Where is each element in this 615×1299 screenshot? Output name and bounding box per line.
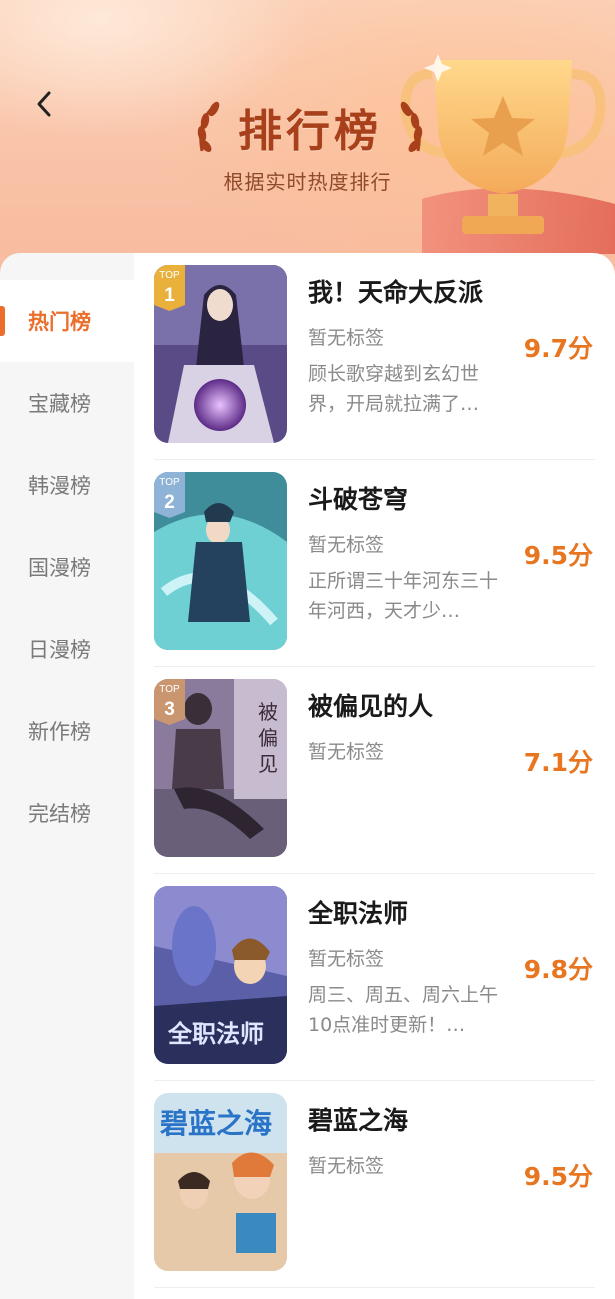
sidebar-item-label: 完结榜 — [28, 802, 91, 826]
list-item[interactable]: TOP 1 我！天命大反派 暂无标签 顾长歌穿越到玄幻世界，开局就拉满了… 9.… — [134, 253, 615, 460]
svg-text:3: 3 — [164, 699, 175, 720]
rank-badge: TOP 3 — [154, 679, 185, 725]
svg-text:偏: 偏 — [258, 726, 278, 750]
rank-badge: TOP 1 — [154, 265, 185, 311]
book-description: 顾长歌穿越到玄幻世界，开局就拉满了… — [308, 363, 480, 415]
sidebar-item-treasure[interactable]: 宝藏榜 — [0, 362, 134, 444]
sidebar-item-label: 热门榜 — [28, 310, 91, 334]
page-subtitle: 根据实时热度排行 — [223, 170, 392, 194]
book-cover: TOP 1 — [154, 265, 287, 443]
book-cover: 被 偏 见 TOP 3 — [154, 679, 287, 857]
list-item[interactable]: 碧蓝之海 碧蓝之海 暂无标签 9.5分 — [134, 1081, 615, 1288]
title-group: 排行榜 — [170, 92, 450, 162]
book-score: 7.1分 — [523, 748, 593, 777]
list-item[interactable]: 全职法师 全职法师 暂无标签 周三、周五、周六上午10点准时更新！… 9.8分 — [134, 874, 615, 1081]
svg-text:见: 见 — [258, 752, 278, 776]
book-score: 9.5分 — [523, 1162, 593, 1191]
page-title: 排行榜 — [238, 106, 382, 157]
sidebar-item-japanese[interactable]: 日漫榜 — [0, 608, 134, 690]
list-item[interactable]: 被 偏 见 TOP 3 被偏见的人 暂无标签 7.1分 — [134, 667, 615, 874]
book-tag: 暂无标签 — [308, 948, 385, 970]
list-item[interactable]: TOP 2 斗破苍穹 暂无标签 正所谓三十年河东三十年河西，天才少… 9.5分 — [134, 460, 615, 667]
book-title: 斗破苍穹 — [308, 485, 409, 514]
book-tag: 暂无标签 — [308, 741, 385, 763]
svg-text:全职法师: 全职法师 — [167, 1020, 264, 1048]
book-description: 正所谓三十年河东三十年河西，天才少… — [308, 570, 499, 622]
rank-badge: TOP 2 — [154, 472, 185, 518]
book-cover: 全职法师 — [154, 886, 287, 1064]
book-score: 9.8分 — [523, 955, 593, 984]
sidebar-item-label: 宝藏榜 — [28, 392, 91, 416]
book-title: 碧蓝之海 — [308, 1106, 409, 1135]
book-description: 周三、周五、周六上午10点准时更新！… — [308, 984, 499, 1036]
svg-text:TOP: TOP — [159, 684, 180, 695]
back-button[interactable] — [24, 82, 64, 126]
svg-text:1: 1 — [164, 285, 175, 306]
book-title: 全职法师 — [308, 899, 409, 928]
ranking-list: TOP 1 我！天命大反派 暂无标签 顾长歌穿越到玄幻世界，开局就拉满了… 9.… — [134, 253, 615, 1299]
sidebar-item-new[interactable]: 新作榜 — [0, 690, 134, 772]
sidebar-item-label: 日漫榜 — [28, 638, 91, 662]
book-tag: 暂无标签 — [308, 1155, 385, 1177]
sidebar-item-hot[interactable]: 热门榜 — [0, 280, 134, 362]
book-description — [308, 773, 508, 833]
book-tag: 暂无标签 — [308, 534, 385, 556]
book-description — [308, 1187, 508, 1247]
laurel-left-icon — [197, 101, 220, 152]
laurel-right-icon — [400, 101, 423, 152]
book-score: 9.7分 — [523, 334, 593, 363]
sidebar-item-completed[interactable]: 完结榜 — [0, 772, 134, 854]
divider — [154, 1287, 595, 1288]
svg-text:被: 被 — [258, 700, 278, 724]
sidebar-item-chinese[interactable]: 国漫榜 — [0, 526, 134, 608]
book-title: 被偏见的人 — [308, 692, 434, 721]
sidebar-item-label: 国漫榜 — [28, 556, 91, 580]
sidebar-item-label: 新作榜 — [28, 720, 91, 744]
sidebar-item-label: 韩漫榜 — [28, 474, 91, 498]
book-score: 9.5分 — [523, 541, 593, 570]
category-sidebar: 热门榜 宝藏榜 韩漫榜 国漫榜 日漫榜 新作榜 完结榜 — [0, 253, 134, 1299]
svg-text:2: 2 — [164, 492, 175, 513]
chevron-left-icon — [37, 91, 51, 117]
book-title: 我！天命大反派 — [308, 278, 484, 307]
book-cover: 碧蓝之海 — [154, 1093, 287, 1271]
book-tag: 暂无标签 — [308, 327, 385, 349]
book-cover: TOP 2 — [154, 472, 287, 650]
svg-text:TOP: TOP — [159, 270, 180, 281]
svg-text:碧蓝之海: 碧蓝之海 — [159, 1107, 272, 1140]
svg-text:TOP: TOP — [159, 477, 180, 488]
sidebar-item-korean[interactable]: 韩漫榜 — [0, 444, 134, 526]
